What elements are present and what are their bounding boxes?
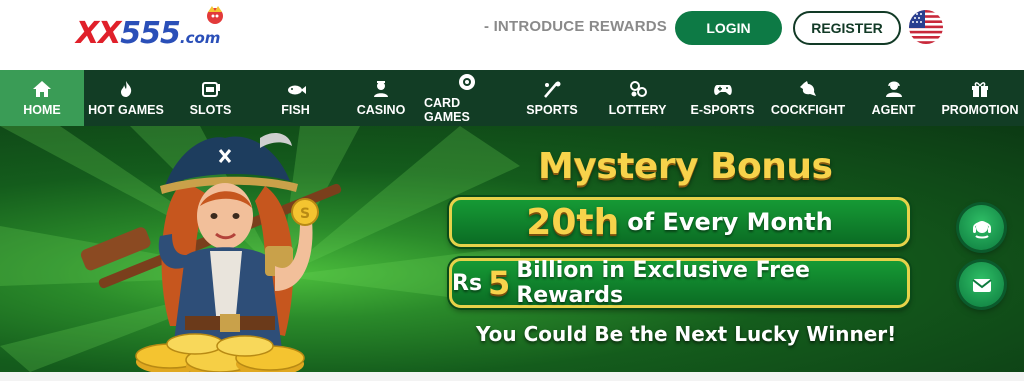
rooster-icon bbox=[797, 79, 819, 99]
gamepad-icon bbox=[712, 79, 734, 99]
casino-dealer-icon bbox=[370, 79, 392, 99]
site-logo[interactable]: XX 555 .com bbox=[76, 6, 223, 51]
home-icon bbox=[31, 79, 53, 99]
nav-item-label: COCKFIGHT bbox=[770, 103, 846, 117]
logo-555: 555 bbox=[120, 16, 181, 51]
logo-xx: XX bbox=[76, 16, 121, 51]
main-nav: HOME HOT GAMES SLOTS FISH CASINO CARD GA… bbox=[0, 70, 1024, 126]
banner-reward-text: Billion in Exclusive Free Rewards bbox=[516, 258, 810, 308]
site-header: XX 555 .com - INTRODUCE REWARDS LOGIN RE… bbox=[0, 0, 1024, 70]
nav-item-label: PROMOTION bbox=[941, 103, 1019, 117]
nav-item-lottery[interactable]: LOTTERY bbox=[595, 70, 680, 126]
fish-icon bbox=[285, 79, 307, 99]
sports-icon bbox=[541, 79, 563, 99]
lottery-balls-icon bbox=[627, 79, 649, 99]
nav-item-card-games[interactable]: CARD GAMES bbox=[424, 70, 509, 126]
logo-mascot-icon bbox=[207, 6, 223, 24]
nav-item-label: FISH bbox=[281, 103, 310, 117]
svg-text:S: S bbox=[300, 206, 310, 222]
nav-item-fish[interactable]: FISH bbox=[253, 70, 338, 126]
nav-item-label: HOME bbox=[23, 103, 61, 117]
nav-item-label: SPORTS bbox=[526, 103, 578, 117]
message-button[interactable] bbox=[959, 262, 1004, 307]
nav-item-agent[interactable]: AGENT bbox=[851, 70, 936, 126]
banner-currency: Rs bbox=[452, 270, 483, 296]
banner-subtitle: You Could Be the Next Lucky Winner! bbox=[476, 322, 897, 346]
banner-title: Mystery Bonus bbox=[538, 146, 833, 187]
nav-item-label: AGENT bbox=[871, 103, 916, 117]
nav-item-casino[interactable]: CASINO bbox=[338, 70, 424, 126]
nav-item-promotion[interactable]: PROMOTION bbox=[936, 70, 1024, 126]
customer-support-icon bbox=[972, 220, 991, 238]
nav-item-slots[interactable]: SLOTS bbox=[168, 70, 253, 126]
us-flag-icon[interactable] bbox=[909, 10, 943, 44]
banner-date-text: of Every Month bbox=[627, 208, 833, 236]
banner-reward-pill: Rs 5 Billion in Exclusive Free Rewards bbox=[449, 258, 910, 308]
register-button[interactable]: REGISTER bbox=[793, 11, 901, 45]
nav-item-label: LOTTERY bbox=[608, 103, 667, 117]
nav-item-e-sports[interactable]: E-SPORTS bbox=[680, 70, 765, 126]
poker-chip-icon bbox=[456, 72, 478, 92]
nav-item-label: HOT GAMES bbox=[88, 103, 164, 117]
pirate-character-illustration: S bbox=[80, 132, 342, 372]
slot-machine-icon bbox=[200, 79, 222, 99]
nav-item-label: CARD GAMES bbox=[424, 96, 470, 124]
nav-item-sports[interactable]: SPORTS bbox=[509, 70, 595, 126]
customer-support-button[interactable] bbox=[959, 205, 1004, 250]
nav-item-label: SLOTS bbox=[189, 103, 232, 117]
banner-day-highlight: 20th bbox=[526, 201, 620, 243]
banner-amount-highlight: 5 bbox=[488, 264, 511, 302]
nav-item-hot-games[interactable]: HOT GAMES bbox=[84, 70, 168, 126]
logo-dotcom: .com bbox=[179, 29, 221, 47]
page-content-divider bbox=[0, 372, 1024, 381]
introduce-rewards-link[interactable]: - INTRODUCE REWARDS bbox=[484, 18, 667, 35]
login-button[interactable]: LOGIN bbox=[675, 11, 782, 45]
flame-icon bbox=[115, 79, 137, 99]
nav-item-label: CASINO bbox=[356, 103, 406, 117]
mail-icon bbox=[971, 278, 992, 292]
banner-date-pill: 20th of Every Month bbox=[449, 197, 910, 247]
agent-icon bbox=[883, 79, 905, 99]
nav-item-label: E-SPORTS bbox=[690, 103, 755, 117]
gift-icon bbox=[969, 79, 991, 99]
nav-item-home[interactable]: HOME bbox=[0, 70, 84, 126]
nav-item-cockfight[interactable]: COCKFIGHT bbox=[765, 70, 851, 126]
